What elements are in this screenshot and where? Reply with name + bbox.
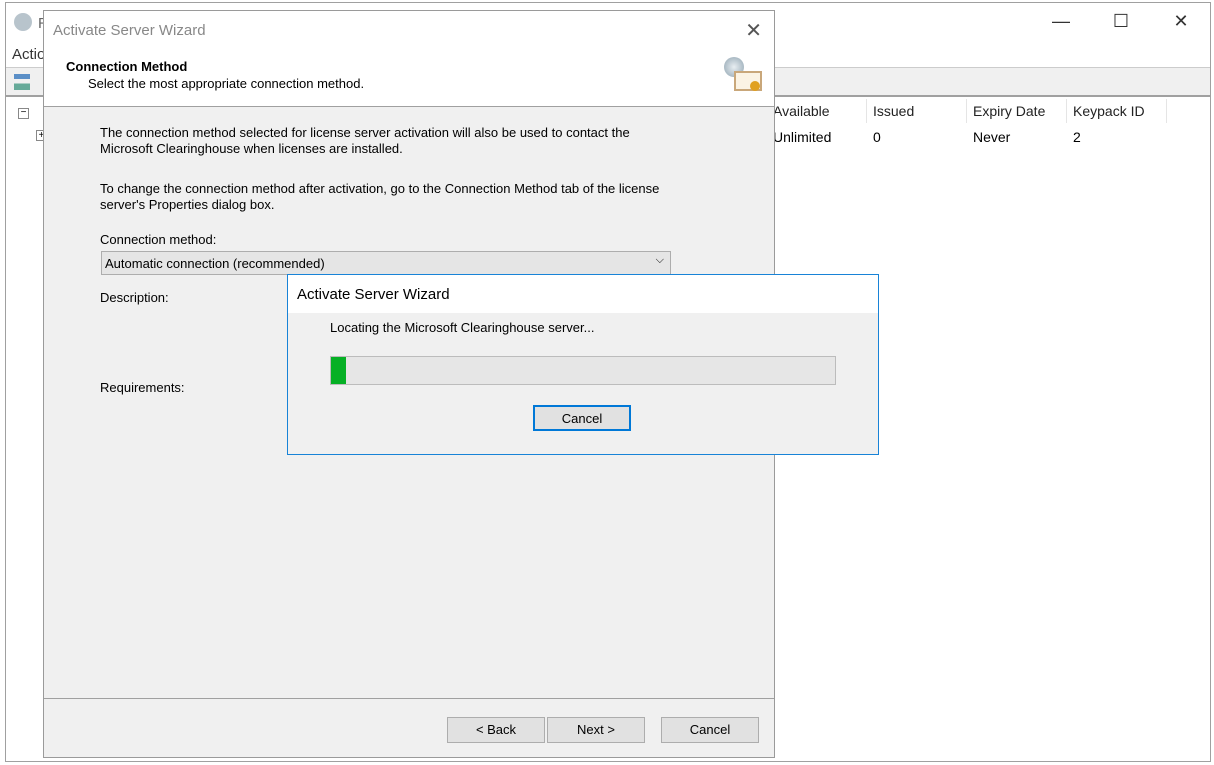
progress-dialog: Activate Server Wizard Locating the Micr… [287, 274, 879, 455]
wizard-close-icon[interactable]: ✕ [745, 18, 762, 43]
progress-fill [331, 357, 347, 384]
collapse-icon[interactable]: − [18, 108, 29, 119]
column-issued[interactable]: Issued [873, 103, 914, 119]
column-divider[interactable] [966, 99, 967, 123]
column-expiry-date[interactable]: Expiry Date [973, 103, 1045, 119]
progress-bar [330, 356, 836, 385]
cell-keypack-id[interactable]: 2 [1073, 129, 1081, 145]
maximize-button[interactable]: ☐ [1101, 11, 1141, 32]
column-available[interactable]: Available [773, 103, 830, 119]
footer-divider [44, 698, 774, 699]
page-title: Connection Method [66, 59, 188, 74]
app-icon [14, 13, 32, 31]
wizard-title: Activate Server Wizard [44, 11, 774, 49]
next-button[interactable]: Next > [547, 717, 645, 743]
column-divider[interactable] [1166, 99, 1167, 123]
column-divider[interactable] [866, 99, 867, 123]
chevron-down-icon: ⌵ [655, 254, 664, 266]
cell-issued[interactable]: 0 [873, 129, 881, 145]
page-subtitle: Select the most appropriate connection m… [88, 76, 365, 91]
column-divider[interactable] [1066, 99, 1067, 123]
close-button[interactable]: ✕ [1161, 11, 1201, 32]
minimize-button[interactable]: — [1041, 11, 1081, 32]
progress-dialog-title: Activate Server Wizard [288, 275, 878, 313]
cancel-button[interactable]: Cancel [661, 717, 759, 743]
cell-expiry-date[interactable]: Never [973, 129, 1010, 145]
certificate-icon [722, 57, 764, 97]
toolbar-view-icon[interactable] [14, 74, 30, 90]
column-keypack-id[interactable]: Keypack ID [1073, 103, 1145, 119]
connection-method-label: Connection method: [100, 232, 217, 247]
cell-available[interactable]: Unlimited [773, 129, 831, 145]
progress-status-text: Locating the Microsoft Clearinghouse ser… [330, 320, 595, 335]
connection-info-text: The connection method selected for licen… [100, 125, 630, 156]
back-button[interactable]: < Back [447, 717, 545, 743]
wizard-header: Connection Method Select the most approp… [44, 49, 774, 107]
progress-cancel-button[interactable]: Cancel [533, 405, 631, 431]
menu-action[interactable]: Actio [12, 46, 45, 63]
connection-method-select[interactable]: Automatic connection (recommended) ⌵ [101, 251, 671, 275]
connection-method-value: Automatic connection (recommended) [105, 256, 325, 271]
change-method-text: To change the connection method after ac… [100, 181, 660, 212]
